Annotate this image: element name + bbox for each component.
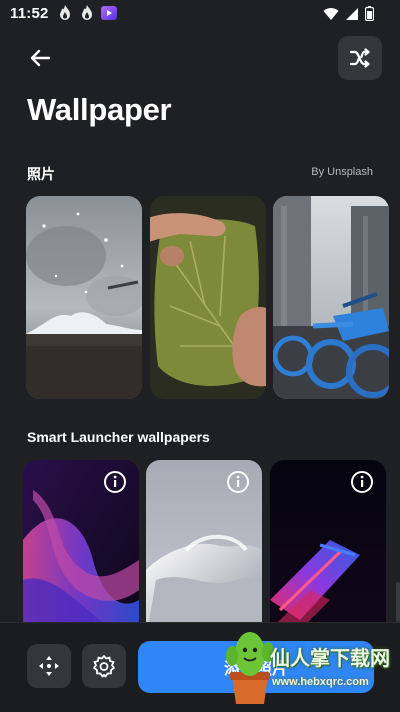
photo-thumbnail-snow[interactable] [26,196,142,399]
watermark-url: www.hebxqrc.com [272,676,369,688]
shuffle-icon [349,48,370,68]
site-watermark: 仙人掌下载网 www.hebxqrc.com [224,628,400,708]
info-icon[interactable] [103,470,127,494]
system-icons [323,6,374,21]
photo-thumbnail-bikes[interactable] [273,196,389,399]
move-button[interactable] [27,644,71,688]
launcher-section-title: Smart Launcher wallpapers [27,429,210,445]
top-app-bar [0,34,400,82]
snow-photo-image [26,196,142,399]
info-icon[interactable] [226,470,250,494]
fire-icon [60,5,70,20]
leaf-photo-image [150,196,266,399]
page-title: Wallpaper [27,92,172,127]
watermark-text: 仙人掌下载网 [270,648,390,670]
wallpaper-thumbnail-silver[interactable] [146,460,262,640]
move-arrows-icon [39,656,59,676]
unsplash-attribution[interactable]: By Unsplash [311,166,373,178]
scroll-handle[interactable] [396,582,400,622]
wallpaper-thumbnail-neon[interactable] [270,460,386,640]
photos-section-title: 照片 [27,166,55,182]
back-button[interactable] [24,44,56,72]
media-app-icon [101,6,117,20]
notification-icons [56,4,118,22]
battery-icon [365,6,374,21]
settings-button[interactable] [82,644,126,688]
status-bar: 11:52 [0,0,400,28]
wifi-icon [323,7,339,20]
bikes-photo-image [273,196,389,399]
arrow-left-icon [30,49,51,67]
info-icon[interactable] [350,470,374,494]
photo-thumbnail-leaf[interactable] [150,196,266,399]
wallpaper-thumbnail-purple[interactable] [23,460,139,640]
shuffle-button[interactable] [338,36,382,80]
cactus-logo-icon [226,632,274,704]
fire-icon [82,5,92,20]
cell-signal-icon [346,7,358,20]
status-time: 11:52 [10,5,49,22]
gear-icon [93,655,115,678]
